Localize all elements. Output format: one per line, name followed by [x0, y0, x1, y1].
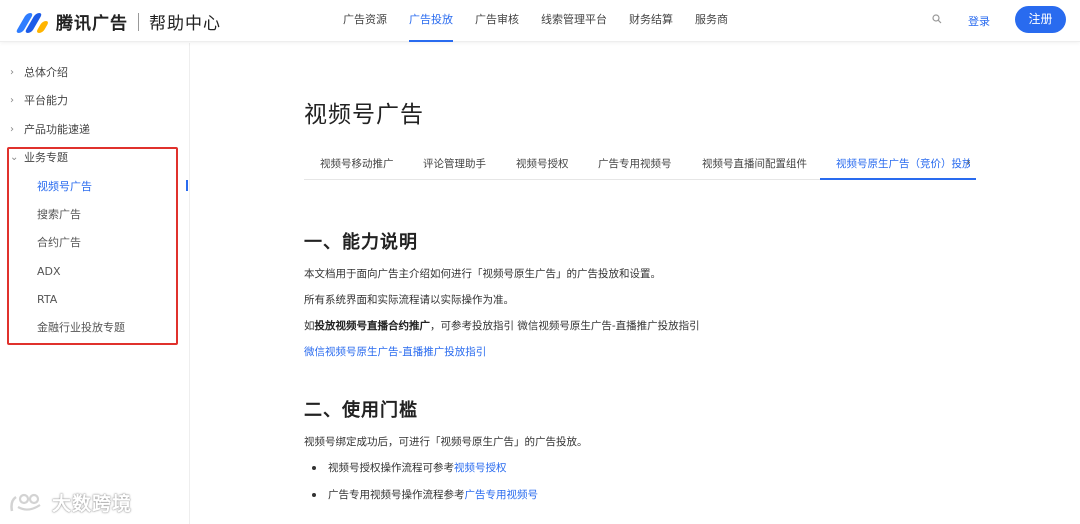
top-header: 腾讯广告 帮助中心 广告资源 广告投放 广告审核 线索管理平台 财务结算 服务商… [0, 0, 1080, 42]
tencent-ads-logo-icon [15, 11, 50, 33]
paragraph: 所有系统界面和实际流程请以实际操作为准。 [304, 294, 514, 306]
login-link[interactable]: 登录 [968, 13, 990, 29]
sidebar-item-platform[interactable]: › 平台能力 [10, 93, 68, 109]
chevron-right-icon: › [10, 67, 14, 78]
chevron-right-icon: › [10, 124, 14, 135]
help-center-title: 帮助中心 [149, 14, 221, 34]
watermark-logo-icon [10, 493, 41, 511]
search-icon[interactable] [932, 14, 942, 24]
nav-item-finance[interactable]: 财务结算 [629, 0, 673, 42]
bullet-dot [312, 466, 316, 470]
bullet-dot [312, 493, 316, 497]
list-item: 广告专用视频号操作流程参考广告专用视频号 [328, 487, 538, 502]
nav-item-ad-resources[interactable]: 广告资源 [343, 0, 387, 42]
active-item-marker [186, 180, 188, 191]
nav-item-leads-platform[interactable]: 线索管理平台 [541, 0, 607, 42]
tab-live-room-component[interactable]: 视频号直播间配置组件 [702, 150, 807, 180]
highlight-box [7, 147, 178, 345]
ad-channels-link[interactable]: 广告专用视频号 [465, 489, 539, 501]
nav-item-ad-delivery[interactable]: 广告投放 [409, 0, 453, 42]
paragraph-live-guide: 如投放视频号直播合约推广，可参考投放指引 微信视频号原生广告-直播推广投放指引 [304, 318, 700, 333]
brand-divider [138, 12, 139, 31]
paragraph: 本文档用于面向广告主介绍如何进行「视频号原生广告」的广告投放和设置。 [304, 268, 661, 280]
tab-native-ads-bidding[interactable]: 视频号原生广告（竞价）投放 [836, 150, 970, 180]
channels-auth-link[interactable]: 视频号授权 [454, 462, 507, 474]
nav-item-service-providers[interactable]: 服务商 [695, 0, 728, 42]
list-item: 视频号授权操作流程可参考视频号授权 [328, 460, 507, 475]
section-heading-threshold: 二、使用门槛 [304, 400, 418, 421]
brand-name: 腾讯广告 [56, 14, 128, 34]
chevron-right-icon[interactable]: › [966, 155, 971, 169]
paragraph: 视频号绑定成功后，可进行「视频号原生广告」的广告投放。 [304, 436, 588, 448]
section-heading-capability: 一、能力说明 [304, 232, 418, 253]
page-title: 视频号广告 [304, 102, 424, 128]
tab-bar: 视频号移动推广 评论管理助手 视频号授权 广告专用视频号 视频号直播间配置组件 … [304, 150, 976, 180]
sidebar-item-overview[interactable]: › 总体介绍 [10, 65, 68, 81]
paragraph-suffix: ，可参考投放指引 微信视频号原生广告-直播推广投放指引 [430, 320, 700, 332]
tab-ad-channels[interactable]: 广告专用视频号 [598, 150, 672, 180]
live-guide-link[interactable]: 微信视频号原生广告-直播推广投放指引 [304, 344, 486, 359]
paragraph-prefix: 如 [304, 320, 315, 332]
chevron-right-icon: › [10, 95, 14, 106]
watermark: 大数跨境 [8, 489, 132, 516]
active-tab-underline [820, 178, 976, 180]
tab-channels-auth[interactable]: 视频号授权 [516, 150, 569, 180]
watermark-text: 大数跨境 [52, 493, 133, 515]
tab-mobile-promo[interactable]: 视频号移动推广 [320, 150, 394, 180]
sidebar-item-label: 平台能力 [24, 94, 68, 107]
list-item-text: 广告专用视频号操作流程参考 [328, 489, 465, 501]
nav-item-ad-review[interactable]: 广告审核 [475, 0, 519, 42]
sidebar-item-label: 总体介绍 [24, 66, 68, 79]
register-button[interactable]: 注册 [1015, 6, 1066, 33]
brand-logo[interactable]: 腾讯广告 帮助中心 [15, 9, 221, 34]
bold-text: 投放视频号直播合约推广 [314, 320, 431, 332]
list-item-text: 视频号授权操作流程可参考 [328, 462, 454, 474]
main-nav: 广告资源 广告投放 广告审核 线索管理平台 财务结算 服务商 [343, 0, 750, 42]
sidebar-item-product-updates[interactable]: › 产品功能速递 [10, 122, 90, 138]
sidebar: › 总体介绍 › 平台能力 › 产品功能速递 ⌄ 业务专题 视频号广告 搜索广告… [0, 43, 190, 524]
tab-comment-manager[interactable]: 评论管理助手 [423, 150, 486, 180]
sidebar-item-label: 产品功能速递 [24, 123, 90, 136]
